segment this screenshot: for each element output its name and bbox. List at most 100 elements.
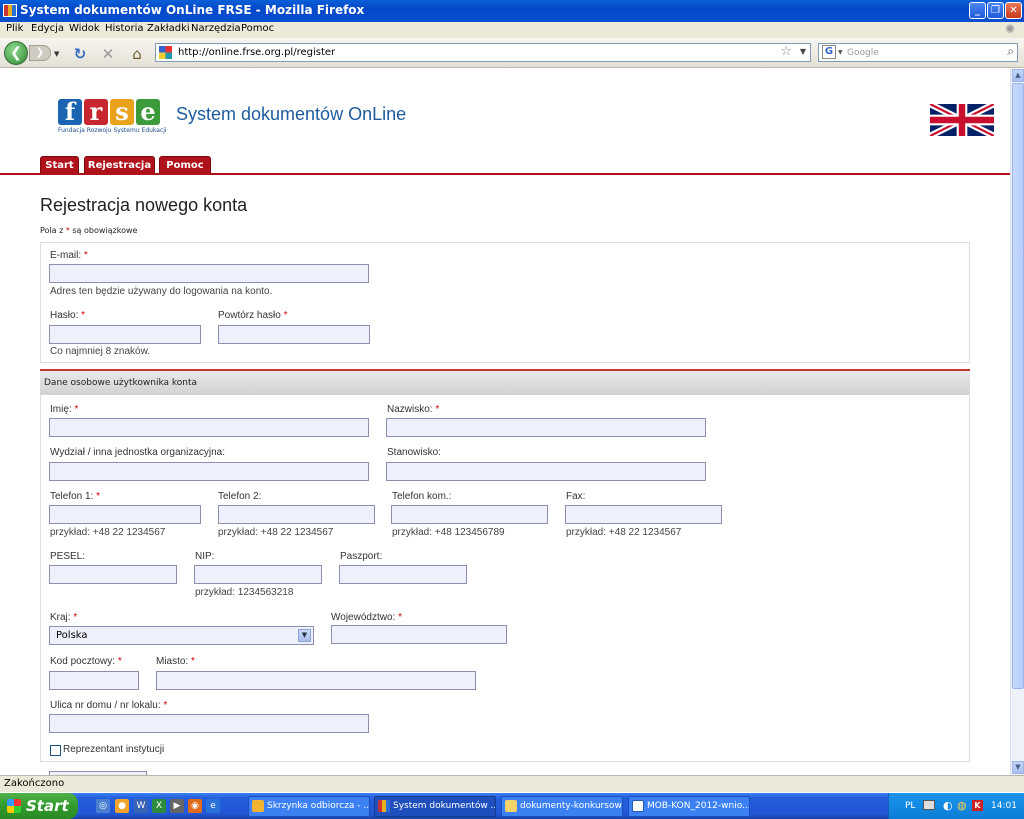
- fax-label: Fax:: [566, 491, 586, 502]
- postcode-field[interactable]: [49, 671, 139, 690]
- keyboard-icon[interactable]: [923, 800, 935, 810]
- country-label: Kraj: *: [50, 612, 78, 623]
- personal-data-section-header: Dane osobowe użytkownika konta: [40, 369, 970, 395]
- institution-rep-checkbox[interactable]: [50, 745, 61, 756]
- close-button[interactable]: ✕: [1005, 2, 1022, 19]
- passport-field[interactable]: [339, 565, 467, 584]
- country-select[interactable]: Polska ▼: [49, 626, 314, 645]
- task-word-doc[interactable]: MOB-KON_2012-wnio...: [628, 796, 750, 817]
- english-language-flag-icon[interactable]: [930, 104, 994, 136]
- start-button[interactable]: Start: [0, 793, 78, 819]
- email-field[interactable]: [49, 264, 369, 283]
- engine-dropdown-icon[interactable]: ▼: [838, 49, 843, 56]
- task-mailbox[interactable]: Skrzynka odbiorcza - ...: [248, 796, 370, 817]
- task-firefox-active[interactable]: System dokumentów ...: [374, 796, 496, 817]
- nip-hint: przykład: 1234563218: [195, 587, 294, 598]
- passport-label: Paszport:: [340, 551, 383, 562]
- antivirus-icon[interactable]: K: [972, 800, 983, 811]
- nip-label: NIP:: [195, 551, 215, 562]
- google-engine-icon[interactable]: G: [822, 45, 836, 59]
- bookmark-star-icon[interactable]: ☆: [780, 44, 792, 59]
- maximize-button[interactable]: ❐: [987, 2, 1004, 19]
- home-icon[interactable]: ⌂: [129, 46, 145, 62]
- mail-icon: [252, 800, 264, 812]
- menu-bookmarks[interactable]: Zakładki: [147, 23, 190, 34]
- status-bar: Zakończono: [0, 775, 1024, 792]
- task-folder[interactable]: dokumenty-konkursowe: [501, 796, 623, 817]
- page-title: Rejestracja nowego konta: [40, 195, 248, 215]
- quicklaunch-media-icon[interactable]: ▶: [170, 799, 184, 813]
- menu-help[interactable]: Pomoc: [241, 23, 274, 34]
- menu-tools[interactable]: Narzędzia: [191, 23, 241, 34]
- quicklaunch-browser-icon[interactable]: ◉: [188, 799, 202, 813]
- phone1-field[interactable]: [49, 505, 201, 524]
- menu-file[interactable]: Plik: [6, 23, 23, 34]
- search-bar[interactable]: G ▼ Google ⌕: [818, 43, 1018, 62]
- history-dropdown-icon[interactable]: ▼: [54, 50, 59, 58]
- forward-button[interactable]: ❯: [29, 45, 51, 61]
- throbber-icon: ✺: [1005, 22, 1016, 36]
- menu-edit[interactable]: Edycja: [31, 23, 64, 34]
- tab-help[interactable]: Pomoc: [159, 156, 211, 174]
- sync-icon[interactable]: ◐: [943, 799, 953, 812]
- menubar: Plik Edycja Widok Historia Zakładki Narz…: [0, 22, 1024, 38]
- folder-icon: [505, 800, 517, 812]
- menu-history[interactable]: Historia: [105, 23, 144, 34]
- back-button[interactable]: ❮: [4, 41, 28, 65]
- last-name-field[interactable]: [386, 418, 706, 437]
- position-label: Stanowisko:: [387, 447, 441, 458]
- minimize-button[interactable]: _: [969, 2, 986, 19]
- tab-start[interactable]: Start: [40, 156, 79, 174]
- phone2-field[interactable]: [218, 505, 375, 524]
- quicklaunch-desktop-icon[interactable]: ◎: [96, 799, 110, 813]
- firefox-task-icon: [378, 800, 390, 812]
- department-field[interactable]: [49, 462, 369, 481]
- reload-icon[interactable]: ↻: [72, 46, 88, 62]
- phone1-label: Telefon 1: *: [50, 491, 101, 502]
- quicklaunch-excel-icon[interactable]: X: [152, 799, 166, 813]
- network-icon[interactable]: ◍: [957, 799, 967, 812]
- system-title: System dokumentów OnLine: [176, 104, 407, 124]
- password-hint: Co najmniej 8 znaków.: [50, 346, 151, 357]
- chevron-down-icon[interactable]: ▼: [298, 629, 311, 642]
- url-text[interactable]: http://online.frse.org.pl/register: [178, 47, 335, 58]
- tab-registration[interactable]: Rejestracja: [84, 156, 155, 174]
- first-name-label: Imię: *: [50, 404, 79, 415]
- street-label: Ulica nr domu / nr lokalu: *: [50, 700, 168, 711]
- url-bar[interactable]: http://online.frse.org.pl/register ☆ ▼: [155, 43, 811, 62]
- password-field[interactable]: [49, 325, 201, 344]
- search-icon[interactable]: ⌕: [1007, 44, 1014, 59]
- fax-field[interactable]: [565, 505, 722, 524]
- windows-taskbar: Start ◎ ● W X ▶ ◉ e Skrzynka odbiorcza -…: [0, 793, 1024, 819]
- quicklaunch-word-icon[interactable]: W: [134, 799, 148, 813]
- menu-view[interactable]: Widok: [69, 23, 100, 34]
- scroll-up-icon[interactable]: ▲: [1012, 69, 1024, 82]
- logo-letter-r: r: [84, 99, 108, 125]
- province-field[interactable]: [331, 625, 507, 644]
- pesel-label: PESEL:: [50, 551, 86, 562]
- scroll-down-icon[interactable]: ▼: [1012, 761, 1024, 774]
- pesel-field[interactable]: [49, 565, 177, 584]
- email-label: E-mail: *: [50, 250, 88, 261]
- first-name-field[interactable]: [49, 418, 369, 437]
- city-field[interactable]: [156, 671, 476, 690]
- page-viewport: f r s e Fundacja Rozwoju Systemu Edukacj…: [0, 69, 1010, 775]
- fax-hint: przykład: +48 22 1234567: [566, 527, 682, 538]
- last-name-label: Nazwisko: *: [387, 404, 440, 415]
- scrollbar-thumb[interactable]: [1012, 83, 1024, 689]
- windows-logo-icon: [7, 799, 21, 813]
- firefox-icon: [3, 4, 17, 17]
- clock[interactable]: 14:01: [991, 801, 1017, 811]
- vertical-scrollbar[interactable]: ▲ ▼: [1010, 69, 1024, 775]
- language-indicator[interactable]: PL: [905, 801, 915, 811]
- quicklaunch-ie-icon[interactable]: e: [206, 799, 220, 813]
- street-field[interactable]: [49, 714, 369, 733]
- stop-icon[interactable]: ✕: [100, 46, 116, 62]
- position-field[interactable]: [386, 462, 706, 481]
- window-title: System dokumentów OnLine FRSE - Mozilla …: [20, 3, 365, 17]
- url-dropdown-icon[interactable]: ▼: [800, 47, 806, 56]
- password-repeat-field[interactable]: [218, 325, 370, 344]
- quicklaunch-firefox-icon[interactable]: ●: [115, 799, 129, 813]
- nip-field[interactable]: [194, 565, 322, 584]
- mobile-field[interactable]: [391, 505, 548, 524]
